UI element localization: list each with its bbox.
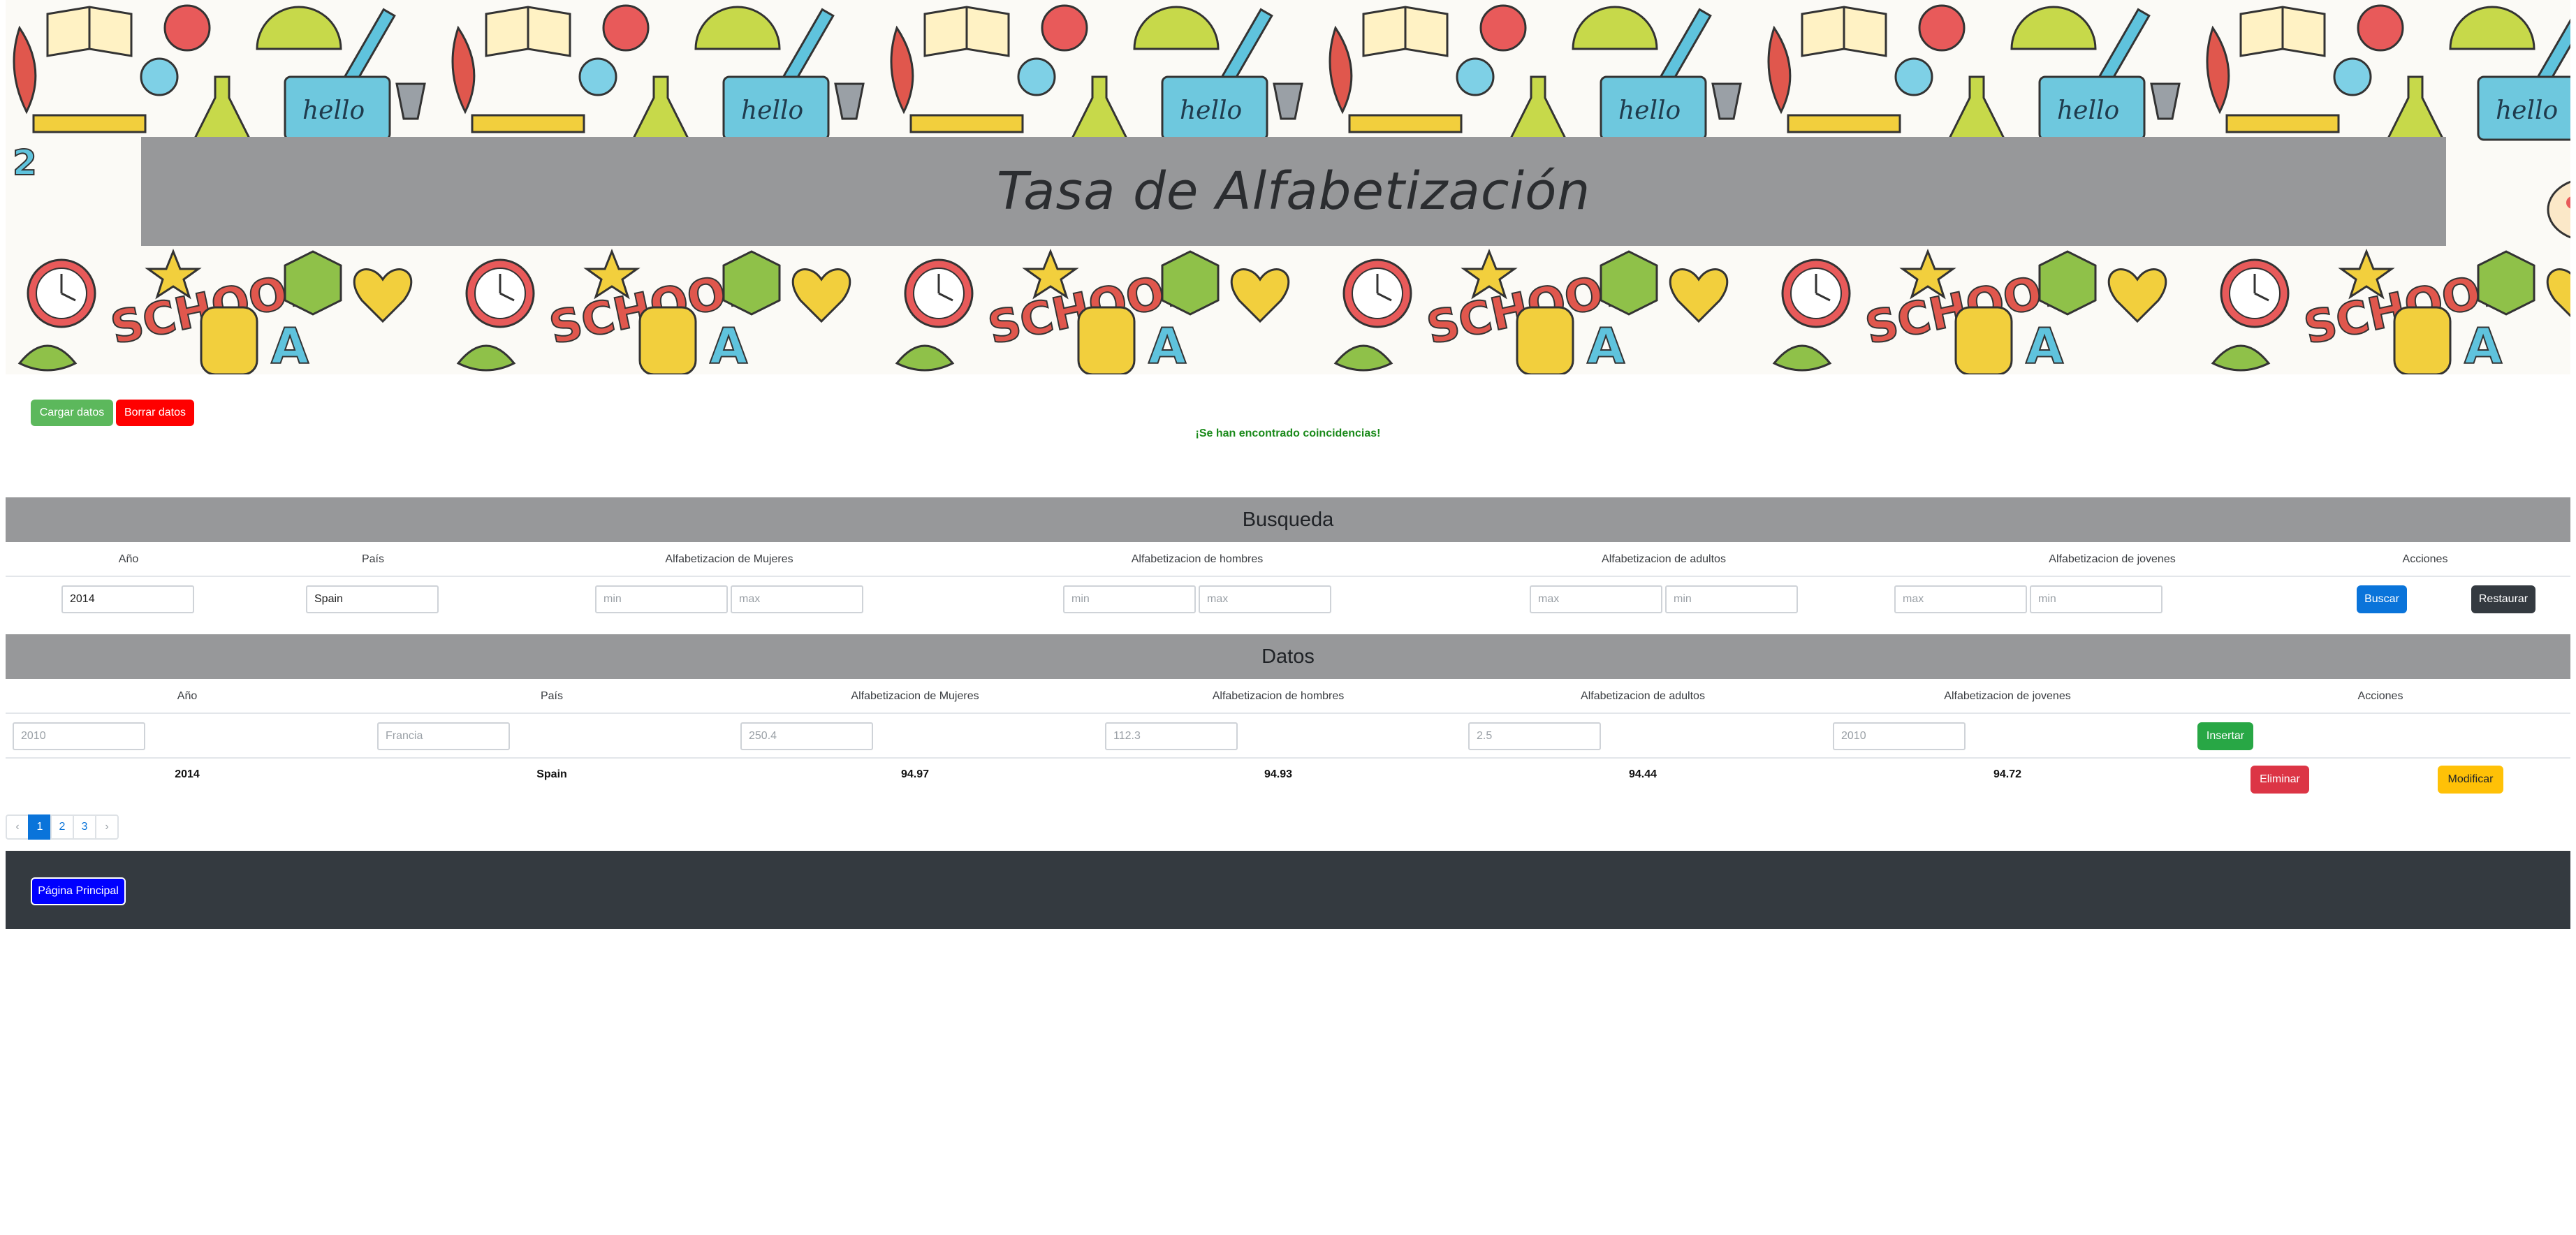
new-young-input[interactable] [1833,722,1966,750]
search-col-men: Alfabetizacion de hombres [1131,553,1264,565]
data-col-year: Año [177,690,198,702]
search-button[interactable]: Buscar [2357,585,2407,613]
adults-min-input[interactable] [1665,585,1798,613]
men-min-input[interactable] [1063,585,1196,613]
reset-button[interactable]: Restaurar [2471,585,2535,613]
new-adults-field[interactable] [1477,724,1593,749]
data-col-men: Alfabetizacion de hombres [1212,690,1345,702]
new-year-input[interactable] [13,722,145,750]
pagination-page-1[interactable]: 1 [28,814,52,840]
pagination-next[interactable]: › [95,814,119,840]
men-min-field[interactable] [1071,587,1187,612]
search-country-input[interactable] [306,585,439,613]
search-year-field[interactable] [70,587,186,612]
divider [6,757,2570,759]
status-message: ¡Se han encontrado coincidencias! [1195,428,1381,439]
new-women-input[interactable] [740,722,873,750]
new-year-field[interactable] [21,724,137,749]
page-title: Tasa de Alfabetización [996,161,1591,221]
data-col-young: Alfabetizacion de jovenes [1944,690,2071,702]
search-heading: Busqueda [6,497,2570,542]
new-women-field[interactable] [749,724,865,749]
adults-min-field[interactable] [1674,587,1790,612]
search-col-actions: Acciones [2402,553,2448,565]
new-men-input[interactable] [1105,722,1238,750]
search-col-country: País [361,553,384,565]
footer: Página Principal [6,851,2570,929]
young-min-field[interactable] [2038,587,2154,612]
row-country: Spain [536,768,567,780]
data-col-actions: Acciones [2357,690,2403,702]
row-young: 94.72 [1993,768,2022,780]
divider [6,712,2570,714]
search-country-field[interactable] [314,587,430,612]
pagination-page-3[interactable]: 3 [73,814,96,840]
row-year: 2014 [175,768,200,780]
delete-data-button[interactable]: Borrar datos [116,400,194,426]
search-year-input[interactable] [61,585,194,613]
new-men-field[interactable] [1113,724,1229,749]
load-data-button[interactable]: Cargar datos [31,400,113,426]
header-banner: hello SCHOOL [6,0,2570,374]
pagination-prev[interactable]: ‹ [6,814,29,840]
men-max-field[interactable] [1207,587,1323,612]
new-young-field[interactable] [1841,724,1957,749]
young-max-field[interactable] [1903,587,2019,612]
page-title-box: Tasa de Alfabetización [141,137,2446,246]
adults-max-field[interactable] [1538,587,1654,612]
data-col-women: Alfabetizacion de Mujeres [851,690,979,702]
women-max-field[interactable] [739,587,855,612]
data-col-country: País [540,690,563,702]
adults-max-input[interactable] [1530,585,1662,613]
insert-button[interactable]: Insertar [2197,722,2253,750]
page: hello SCHOOL [0,0,2576,1235]
women-min-field[interactable] [603,587,719,612]
modify-row-button[interactable]: Modificar [2438,766,2503,794]
search-col-women: Alfabetizacion de Mujeres [665,553,793,565]
men-max-input[interactable] [1199,585,1331,613]
data-col-adults: Alfabetizacion de adultos [1581,690,1705,702]
new-adults-input[interactable] [1468,722,1601,750]
young-min-input[interactable] [2030,585,2162,613]
row-adults: 94.44 [1628,768,1657,780]
home-page-button[interactable]: Página Principal [31,877,126,905]
young-max-input[interactable] [1894,585,2027,613]
search-col-young: Alfabetizacion de jovenes [2049,553,2176,565]
pagination: ‹ 1 2 3 › [6,814,119,840]
divider [6,576,2570,577]
row-women: 94.97 [900,768,930,780]
search-col-adults: Alfabetizacion de adultos [1602,553,1726,565]
women-min-input[interactable] [595,585,728,613]
new-country-field[interactable] [386,724,502,749]
row-men: 94.93 [1264,768,1293,780]
search-col-year: Año [118,553,139,565]
data-heading: Datos [6,634,2570,679]
new-country-input[interactable] [377,722,510,750]
delete-row-button[interactable]: Eliminar [2251,766,2309,794]
women-max-input[interactable] [731,585,863,613]
pagination-page-2[interactable]: 2 [50,814,74,840]
